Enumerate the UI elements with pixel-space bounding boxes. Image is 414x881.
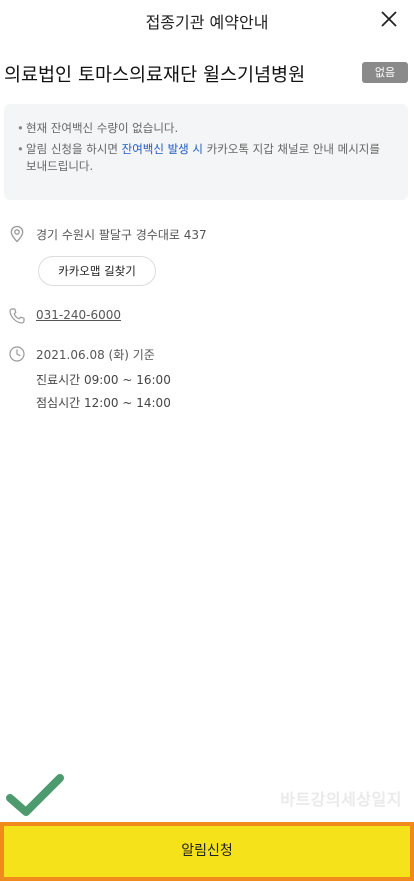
kakao-map-directions-button[interactable]: 카카오맵 길찾기 (38, 256, 156, 286)
clinic-hours: 진료시간 09:00 ~ 16:00 (36, 373, 171, 387)
hospital-name: 의료법인 토마스의료재단 윌스기념병원 (4, 65, 306, 86)
close-icon[interactable] (376, 6, 402, 32)
notice-text-pre: 알림 신청을 하시면 (26, 142, 122, 156)
hospital-header: 의료법인 토마스의료재단 윌스기념병원 없음 (4, 58, 408, 88)
header: 접종기관 예약안내 (0, 0, 414, 40)
clock-icon (9, 346, 25, 362)
phone-icon (9, 308, 25, 324)
location-pin-icon (10, 225, 24, 243)
close-button[interactable] (376, 6, 402, 32)
watermark: 바트강의세상일지 (280, 790, 402, 809)
notice-line-stock: 현재 잔여백신 수량이 없습니다. (17, 120, 394, 137)
phone-number-link[interactable]: 031-240-6000 (36, 308, 121, 322)
notice-line-alert: 알림 신청을 하시면 잔여백신 발생 시 카카오톡 지갑 채널로 안내 메시지를… (17, 141, 394, 175)
checkmark-icon (6, 774, 64, 816)
status-badge: 없음 (362, 62, 408, 83)
page-title: 접종기관 예약안내 (145, 13, 269, 32)
address-text: 경기 수원시 팔달구 경수대로 437 (36, 228, 207, 242)
notice-box: 현재 잔여백신 수량이 없습니다. 알림 신청을 하시면 잔여백신 발생 시 카… (4, 104, 408, 200)
hours-date: 2021.06.08 (화) 기준 (36, 348, 155, 362)
lunch-hours: 점심시간 12:00 ~ 14:00 (36, 396, 171, 410)
alert-apply-button[interactable]: 알림신청 (0, 822, 414, 881)
notice-highlight: 잔여백신 발생 시 (121, 142, 203, 156)
